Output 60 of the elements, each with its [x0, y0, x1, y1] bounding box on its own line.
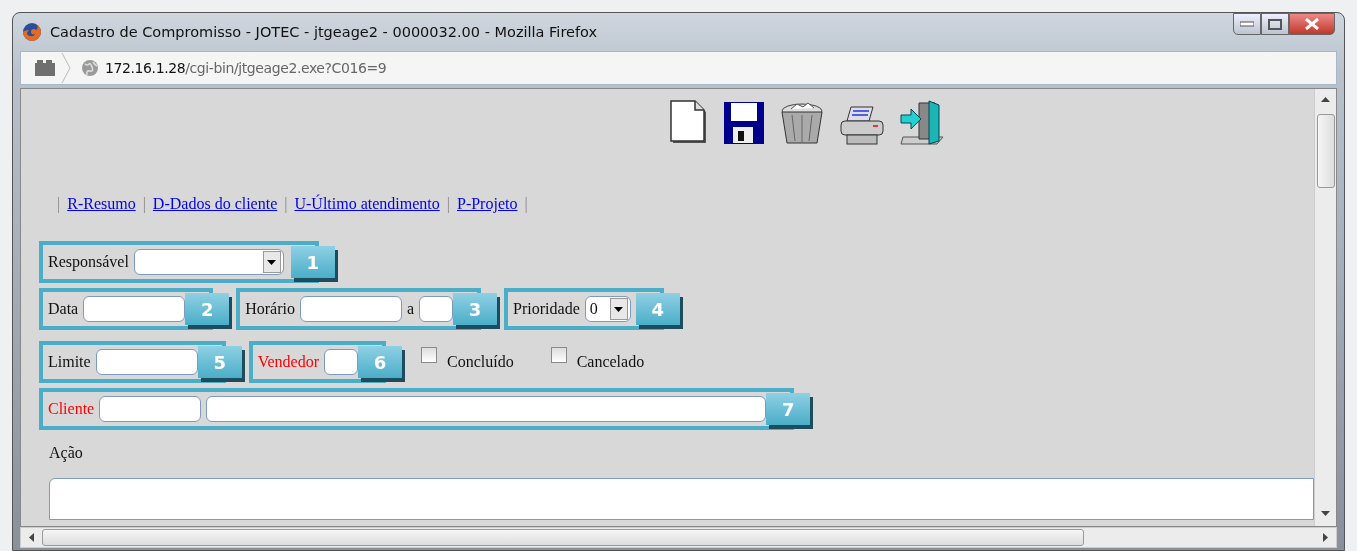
- scroll-thumb[interactable]: [42, 529, 1084, 546]
- minimize-icon: [1240, 21, 1254, 27]
- scroll-left-icon: [29, 533, 34, 542]
- scroll-right-icon: [1323, 533, 1328, 542]
- close-icon: [1304, 18, 1320, 30]
- input-field[interactable]: [419, 296, 454, 322]
- horizontal-scrollbar[interactable]: [20, 527, 1337, 548]
- firefox-icon: [22, 22, 42, 42]
- checkbox[interactable]: [550, 347, 567, 363]
- input-field[interactable]: [323, 349, 358, 375]
- checkbox[interactable]: [420, 347, 437, 363]
- link-separator: |: [142, 195, 146, 213]
- scroll-up-icon: [1321, 97, 1330, 102]
- link-separator: |: [57, 195, 61, 213]
- maximize-icon: [1268, 18, 1282, 30]
- input-field[interactable]: [95, 349, 198, 375]
- input-field[interactable]: [206, 396, 767, 422]
- dropdown[interactable]: [133, 249, 284, 275]
- nav-link[interactable]: D-Dados do cliente: [152, 195, 278, 213]
- minimize-button[interactable]: [1233, 13, 1261, 35]
- vertical-scrollbar[interactable]: [1314, 89, 1336, 526]
- field-label: Vendedor: [257, 353, 319, 371]
- field-label: Responsável: [48, 253, 129, 271]
- field-label: Cliente: [48, 400, 95, 418]
- nav-link[interactable]: U-Último atendimento: [294, 195, 440, 213]
- scroll-thumb[interactable]: [1316, 114, 1335, 188]
- save-icon[interactable]: [723, 101, 765, 145]
- input-field[interactable]: [99, 396, 202, 422]
- tab-group-icon: [35, 60, 55, 76]
- link-separator: |: [284, 195, 288, 213]
- checkbox-label: Cancelado: [576, 353, 645, 371]
- printer-icon[interactable]: [839, 105, 885, 145]
- field-label: Horário: [245, 300, 295, 318]
- url-text: 172.16.1.28/cgi-bin/jtgeage2.exe?C016=9: [105, 60, 387, 76]
- nav-link[interactable]: R-Resumo: [67, 195, 136, 213]
- address-bar[interactable]: 172.16.1.28/cgi-bin/jtgeage2.exe?C016=9: [20, 51, 1337, 85]
- new-document-icon[interactable]: [669, 99, 709, 145]
- link-separator: |: [446, 195, 450, 213]
- trash-icon[interactable]: [779, 101, 825, 145]
- caret-icon: [267, 259, 277, 265]
- input-field[interactable]: [299, 296, 402, 322]
- scroll-down-icon: [1321, 511, 1330, 516]
- field-label: Data: [48, 300, 79, 318]
- window-title: Cadastro de Compromisso - JOTEC - jtgeage2 - 0000032.00 - Mozilla Firefox: [50, 24, 598, 40]
- chevron-icon: [61, 53, 71, 83]
- field-label: a: [406, 300, 415, 318]
- globe-icon: [81, 59, 99, 77]
- text-area[interactable]: [49, 478, 1314, 520]
- dropdown[interactable]: 0: [584, 296, 631, 322]
- nav-link[interactable]: P-Projeto: [457, 195, 518, 213]
- caret-icon: [614, 306, 624, 312]
- field-label: Limite: [48, 353, 91, 371]
- exit-door-icon[interactable]: [899, 99, 945, 145]
- checkbox-label: Concluído: [446, 353, 514, 371]
- link-separator: |: [524, 195, 528, 213]
- field-label: Prioridade: [513, 300, 580, 318]
- close-button[interactable]: [1289, 13, 1335, 35]
- maximize-button[interactable]: [1261, 13, 1289, 35]
- field-label: Ação: [48, 444, 84, 462]
- input-field[interactable]: [83, 296, 186, 322]
